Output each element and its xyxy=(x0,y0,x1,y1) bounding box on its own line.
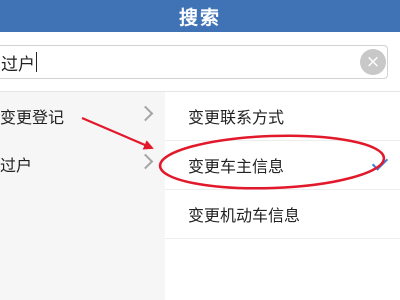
search-bar: 过户 × xyxy=(0,32,400,92)
text-cursor xyxy=(36,52,37,72)
subcategory-list: 变更联系方式 变更车主信息 变更机动车信息 xyxy=(165,92,400,300)
search-input-value: 过户 xyxy=(1,54,35,75)
subcategory-label: 变更机动车信息 xyxy=(188,206,301,225)
top-bar: 搜索 xyxy=(0,0,400,32)
clear-icon[interactable]: × xyxy=(360,49,386,75)
divider xyxy=(165,238,400,239)
subcategory-label: 变更车主信息 xyxy=(188,157,285,176)
chevron-right-icon xyxy=(137,105,154,122)
category-item-change-registration[interactable]: 变更登记 xyxy=(0,92,165,140)
category-label: 变更登记 xyxy=(0,108,65,127)
subcategory-item-change-owner[interactable]: 变更车主信息 xyxy=(165,141,400,189)
checkmark-icon xyxy=(371,154,389,171)
search-input[interactable]: 过户 xyxy=(0,45,388,79)
subcategory-label: 变更联系方式 xyxy=(188,108,285,127)
subcategory-item-change-contact[interactable]: 变更联系方式 xyxy=(165,92,400,140)
category-list: 变更登记 过户 xyxy=(0,92,165,300)
subcategory-item-change-vehicle[interactable]: 变更机动车信息 xyxy=(165,190,400,238)
category-item-transfer[interactable]: 过户 xyxy=(0,140,165,188)
category-label: 过户 xyxy=(0,156,33,175)
chevron-right-icon xyxy=(137,153,154,170)
page-title: 搜索 xyxy=(178,6,221,29)
